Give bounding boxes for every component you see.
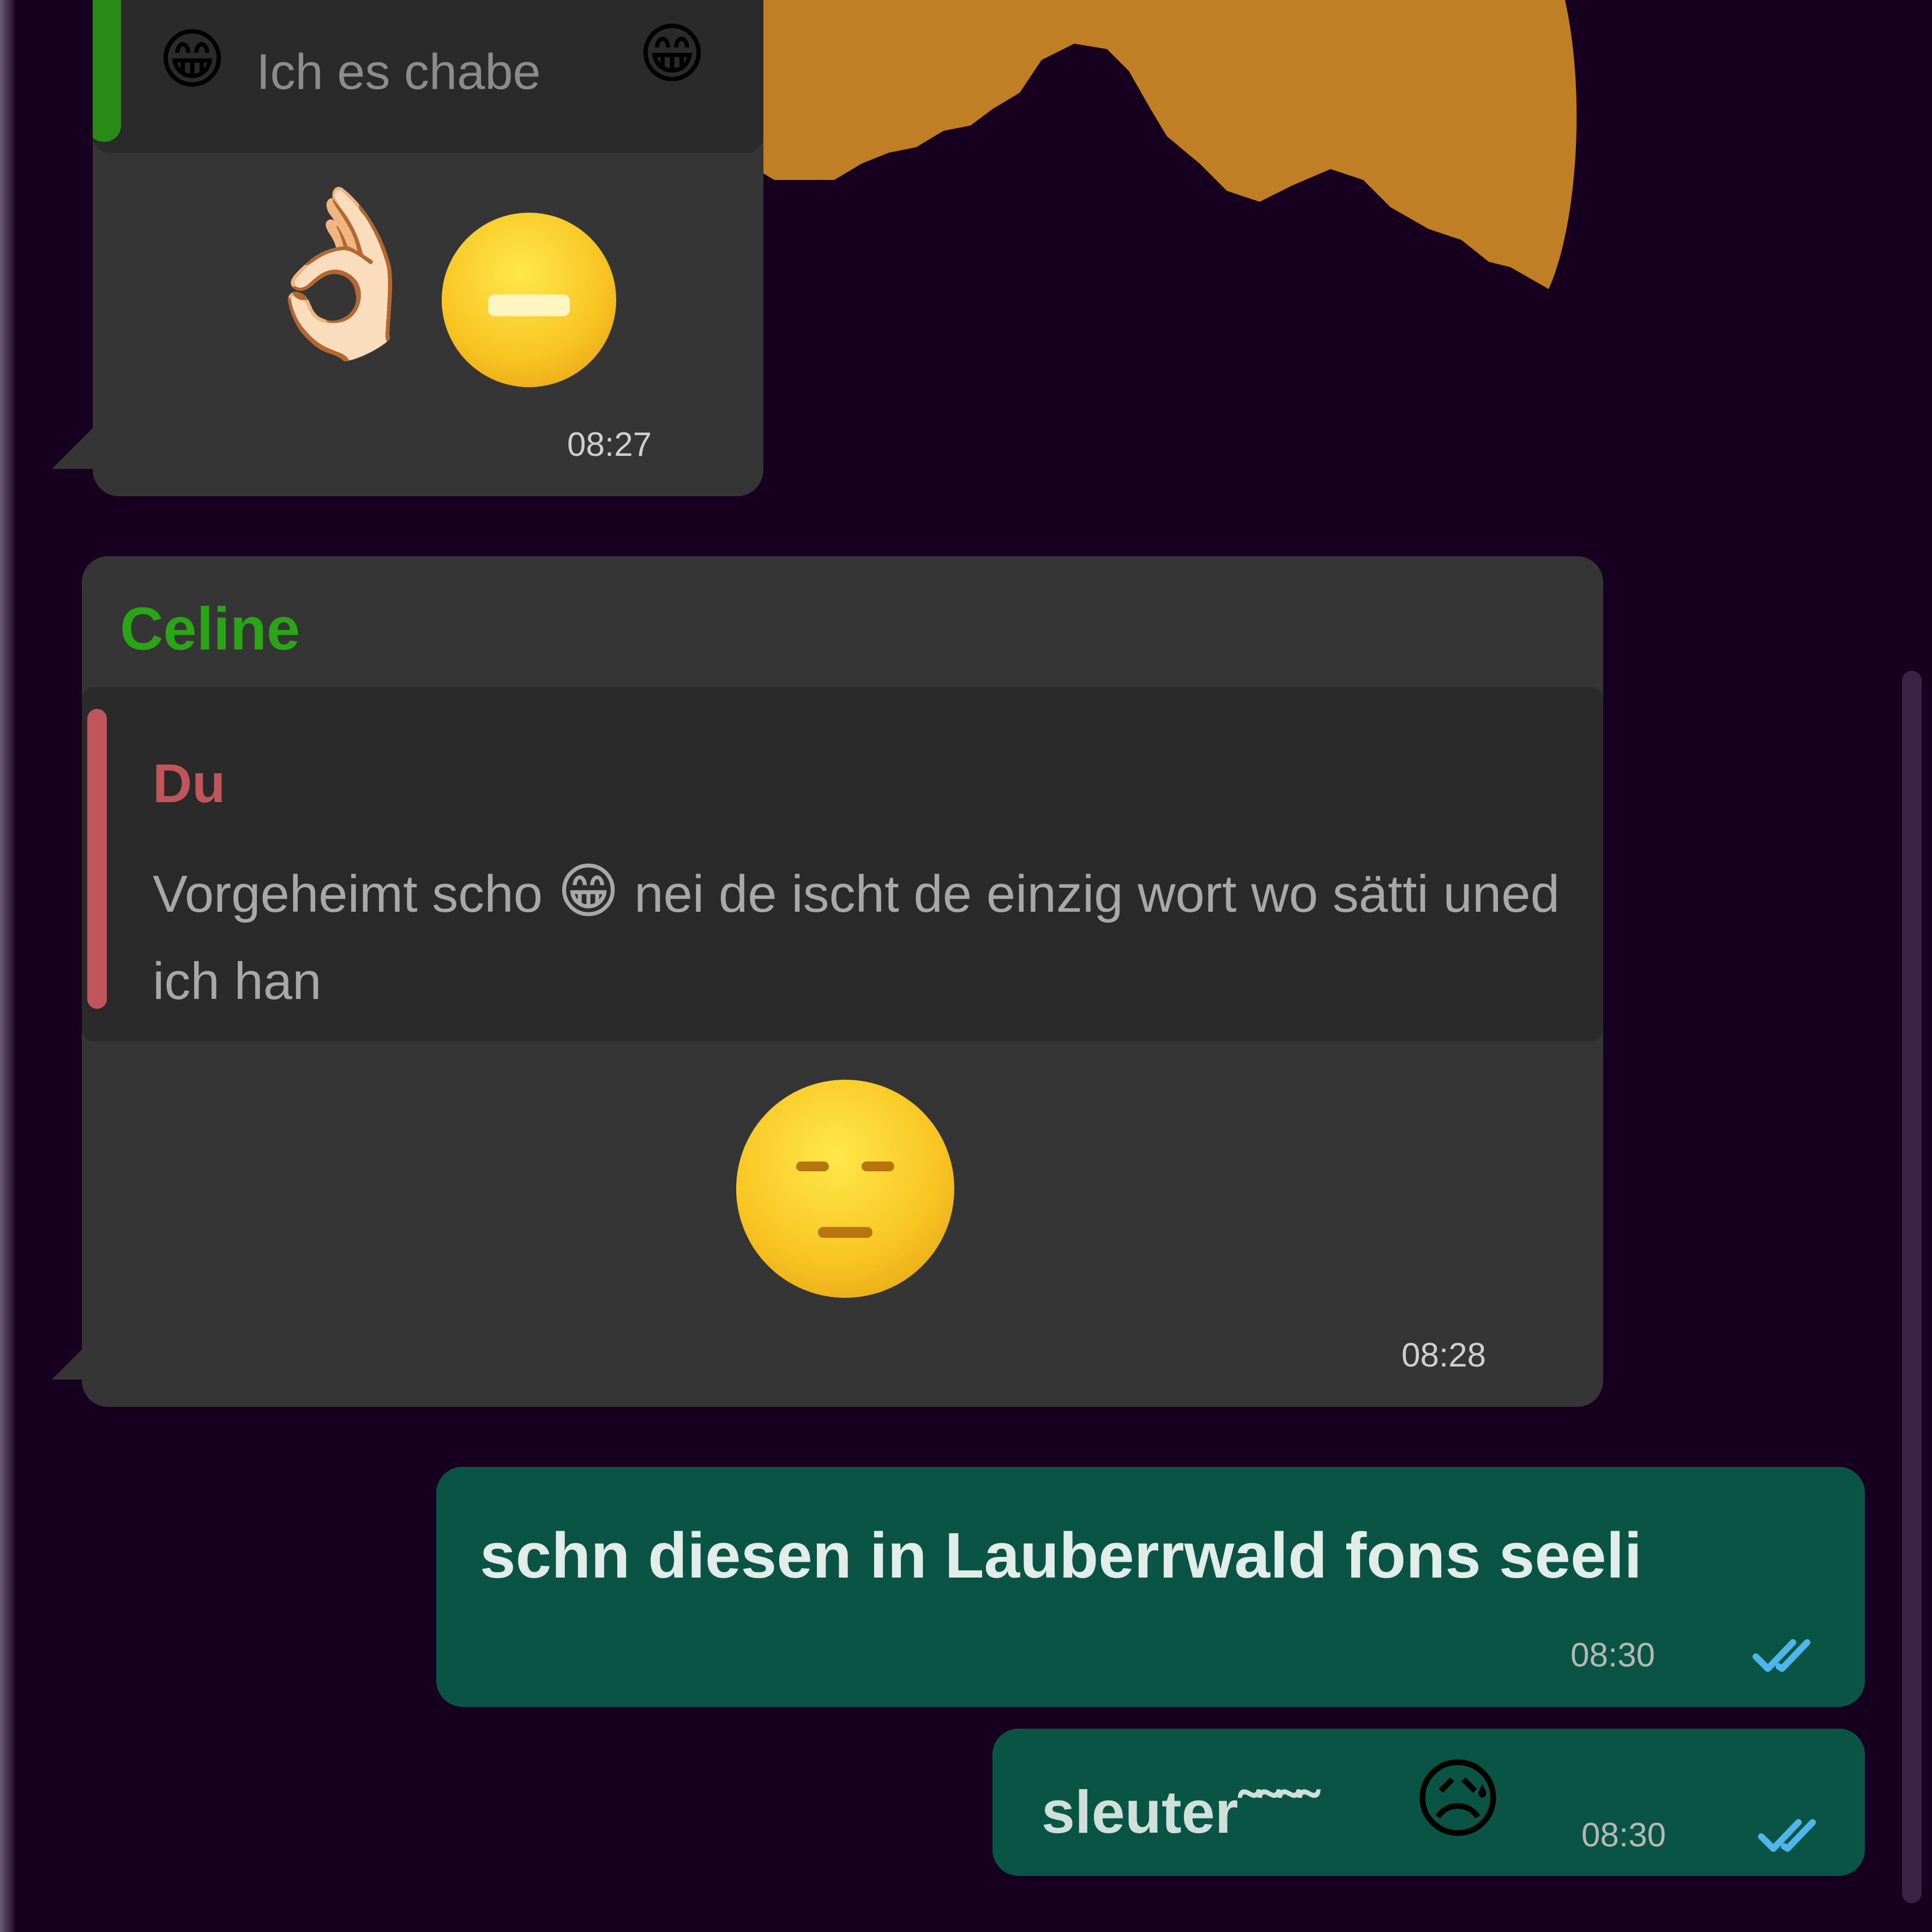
outgoing-message-bubble[interactable]: sleuter˜˜˜˜ 😥 08:30: [992, 1729, 1865, 1876]
quote-accent-bar: [87, 709, 107, 1009]
bubble-tail: [52, 1336, 95, 1380]
quote-accent-bar: [93, 0, 121, 142]
message-time: 08:30: [1581, 1816, 1666, 1854]
read-ticks-icon: [1753, 1639, 1810, 1672]
message-time: 08:30: [1570, 1636, 1656, 1674]
quote-text: Vorgeheimt scho 😁 nei de ischt de einzig…: [153, 851, 1570, 1025]
bubble-tail: [52, 425, 95, 469]
outgoing-message-bubble[interactable]: schn diesen in Lauberrwald fons seeli 08…: [436, 1467, 1865, 1707]
scrollbar[interactable]: [1902, 671, 1922, 1903]
message-text: sleuter˜˜˜˜: [1042, 1779, 1319, 1846]
message-time: 08:28: [1401, 1337, 1486, 1374]
wallpaper-sun-mountain-illustration: [747, 0, 1577, 289]
quoted-message[interactable]: 😁 Ich es chabe 😁: [93, 0, 763, 153]
unamused-face-emoji: 😒: [736, 1080, 954, 1298]
incoming-message-bubble[interactable]: Celine Du Vorgeheimt scho 😁 nei de ischt…: [82, 556, 1603, 1407]
quoted-message[interactable]: Du Vorgeheimt scho 😁 nei de ischt de ein…: [82, 687, 1603, 1042]
sender-name[interactable]: Celine: [120, 594, 300, 664]
window-left-edge: [0, 0, 16, 1932]
message-time: 08:27: [567, 426, 652, 464]
incoming-message-bubble[interactable]: 😁 Ich es chabe 😁 👌🏻 😁 08:27: [93, 0, 763, 496]
quote-text: Ich es chabe: [256, 44, 541, 100]
read-ticks-icon: [1758, 1819, 1816, 1852]
sad-but-relieved-face-emoji: 😥: [1412, 1748, 1503, 1850]
message-text: schn diesen in Lauberrwald fons seeli: [480, 1520, 1642, 1592]
quote-grin-emoji-left: 😁: [158, 22, 227, 98]
quote-author: Du: [153, 753, 226, 814]
quote-grin-emoji: 😁: [557, 856, 620, 926]
grinning-face-emoji: 😁: [442, 213, 616, 387]
quote-text-start: Vorgeheimt scho: [153, 865, 543, 923]
ok-hand-emoji: 👌🏻: [240, 177, 444, 368]
quote-grin-emoji-right: 😁: [638, 16, 707, 92]
